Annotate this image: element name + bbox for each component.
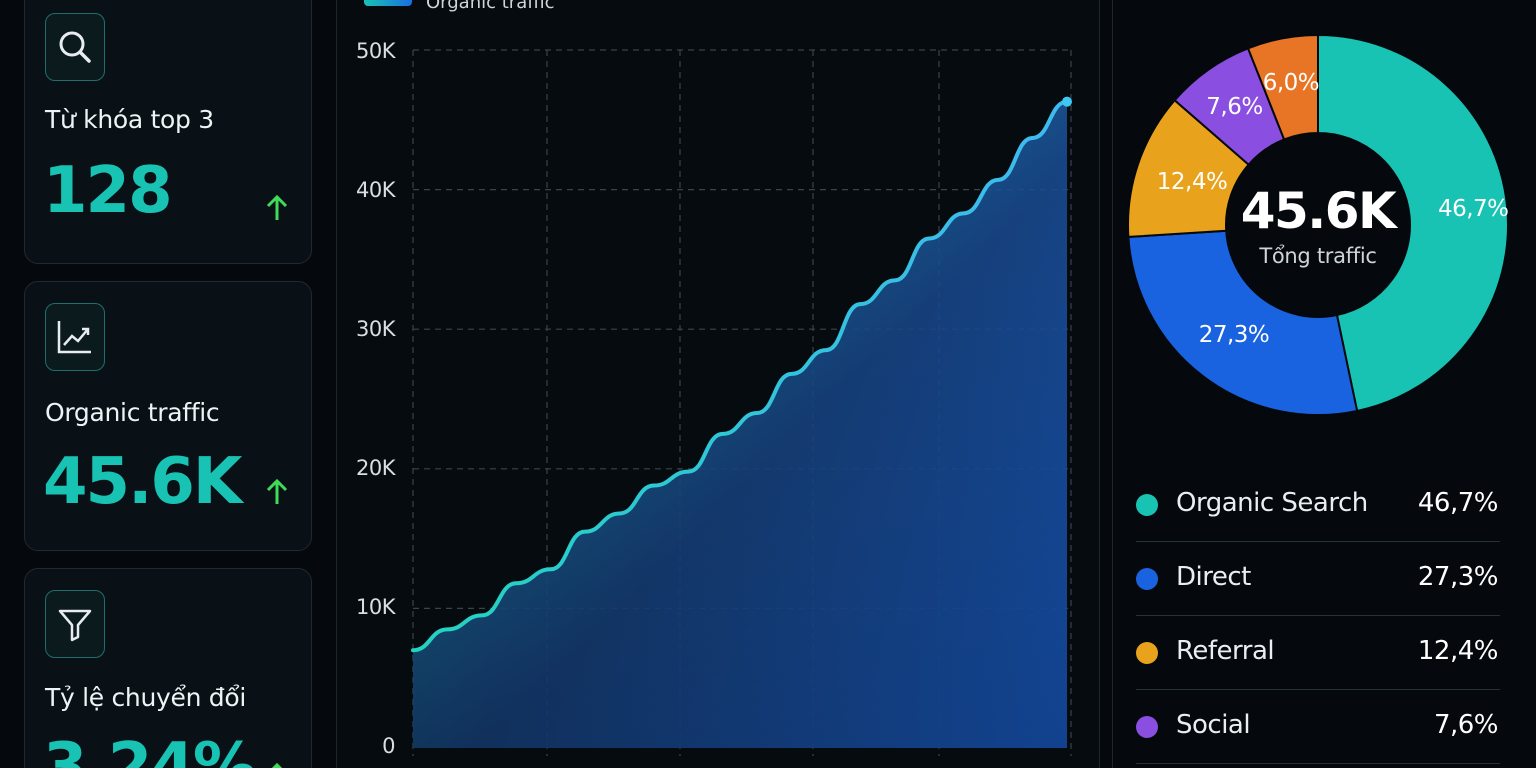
slice-label: 6,0% — [1262, 70, 1320, 97]
legend-dot — [1136, 494, 1158, 516]
source-row-social[interactable]: Social 7,6% — [1136, 690, 1500, 764]
source-row-direct[interactable]: Direct 27,3% — [1136, 542, 1500, 616]
source-row-referral[interactable]: Referral 12,4% — [1136, 616, 1500, 690]
legend-dot — [1136, 642, 1158, 664]
slice-label: 12,4% — [1156, 169, 1228, 196]
source-value: 12,4% — [1417, 636, 1499, 666]
source-value: 46,7% — [1417, 488, 1499, 518]
source-name: Organic Search — [1176, 488, 1368, 518]
source-row-organic-search[interactable]: Organic Search 46,7% — [1136, 468, 1500, 542]
slice-label: 46,7% — [1437, 195, 1509, 222]
dashboard: Từ khóa top 3 128 Organic traffic 45.6K — [0, 0, 1536, 768]
donut-center-label: Tổng traffic — [1259, 244, 1377, 268]
slice-label: 7,6% — [1206, 94, 1263, 121]
source-value: 7,6% — [1433, 710, 1499, 740]
source-name: Referral — [1176, 636, 1275, 666]
divider — [1136, 763, 1500, 764]
source-value: 27,3% — [1417, 562, 1499, 592]
slice-label: 27,3% — [1198, 322, 1270, 349]
source-name: Social — [1176, 710, 1251, 740]
legend-dot — [1136, 716, 1158, 738]
source-name: Direct — [1176, 562, 1251, 592]
legend-dot — [1136, 568, 1158, 590]
donut-center-value: 45.6K — [1240, 182, 1397, 240]
